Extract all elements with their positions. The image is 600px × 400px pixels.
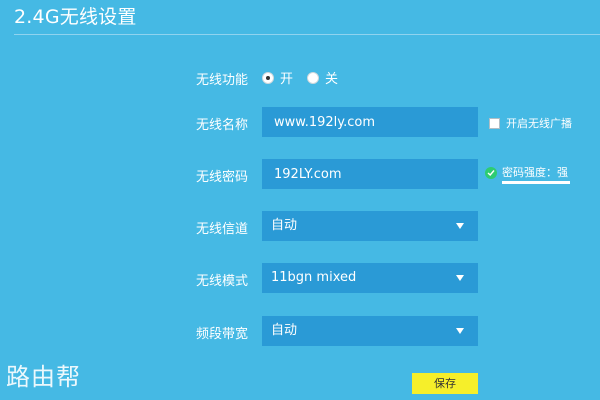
mode-select[interactable]: 11bgn mixed bbox=[262, 263, 478, 293]
chevron-down-icon bbox=[456, 275, 464, 281]
save-button[interactable]: 保存 bbox=[412, 373, 478, 394]
wireless-off-radio[interactable] bbox=[307, 71, 320, 84]
channel-value: 自动 bbox=[271, 218, 298, 233]
ssid-input[interactable] bbox=[262, 107, 478, 137]
wireless-function-label: 无线功能 bbox=[196, 73, 249, 88]
broadcast-option[interactable]: 开启无线广播 bbox=[489, 115, 572, 131]
chevron-down-icon bbox=[456, 328, 464, 334]
bandwidth-label: 频段带宽 bbox=[196, 327, 249, 342]
broadcast-label: 开启无线广播 bbox=[506, 117, 572, 130]
title-divider bbox=[14, 34, 600, 35]
watermark-logo: 路由帮 bbox=[6, 363, 81, 391]
ssid-label: 无线名称 bbox=[196, 118, 249, 133]
password-label: 无线密码 bbox=[196, 170, 249, 185]
bandwidth-select[interactable]: 自动 bbox=[262, 316, 478, 346]
password-strength: 密码强度：强 bbox=[485, 164, 568, 180]
wireless-on-option[interactable]: 开 bbox=[262, 68, 293, 87]
bandwidth-value: 自动 bbox=[271, 323, 298, 338]
password-input[interactable] bbox=[262, 159, 478, 189]
broadcast-checkbox[interactable] bbox=[489, 117, 500, 129]
wireless-off-option[interactable]: 关 bbox=[307, 68, 338, 87]
wireless-on-label: 开 bbox=[280, 72, 294, 87]
wireless-off-label: 关 bbox=[325, 72, 339, 87]
wireless-function-radio-group: 开 关 bbox=[262, 68, 352, 87]
wireless-settings-page: 2.4G无线设置 无线功能 开 关 无线名称 开启无线广播 无线密码 密码强度：… bbox=[0, 0, 600, 400]
check-icon bbox=[485, 167, 497, 179]
channel-label: 无线信道 bbox=[196, 222, 249, 237]
channel-select[interactable]: 自动 bbox=[262, 211, 478, 241]
mode-value: 11bgn mixed bbox=[271, 270, 357, 285]
chevron-down-icon bbox=[456, 223, 464, 229]
password-strength-bar bbox=[502, 181, 570, 184]
wireless-on-radio[interactable] bbox=[262, 71, 274, 84]
page-title: 2.4G无线设置 bbox=[14, 6, 137, 28]
mode-label: 无线模式 bbox=[196, 274, 249, 289]
password-strength-text: 密码强度：强 bbox=[502, 166, 568, 179]
